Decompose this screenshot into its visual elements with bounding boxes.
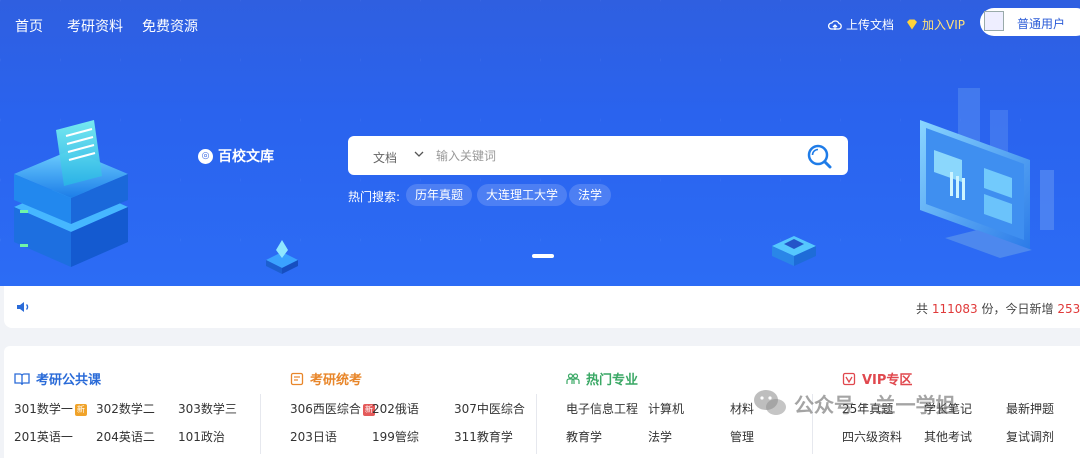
chevron-down-icon[interactable] (414, 150, 424, 158)
nav-home[interactable]: 首页 (15, 16, 43, 36)
watermark: 公众号 · 兰一学姐 (752, 388, 956, 418)
category-link[interactable]: 301数学一新 (14, 400, 87, 417)
people-icon (566, 372, 580, 384)
category-link[interactable]: 四六级资料 (842, 428, 902, 445)
hot-tag[interactable]: 大连理工大学 (477, 184, 568, 206)
column-title-vip[interactable]: VIP专区 (842, 369, 912, 388)
link-text: 301数学一 (14, 402, 73, 416)
category-link[interactable]: 法学 (648, 428, 672, 445)
search-icon[interactable] (806, 143, 832, 169)
column-title-unified[interactable]: 考研统考 (290, 369, 362, 388)
upload-label: 上传文档 (846, 18, 895, 32)
search-type-select[interactable]: 文档 (373, 149, 397, 166)
link-text: 306西医综合 (290, 402, 361, 416)
top-navbar: 首页 考研资料 免费资源 上传文档 加入VIP 普通用户 (0, 0, 1080, 46)
logo-text: 百校文库 (218, 149, 274, 165)
category-link[interactable]: 电子信息工程 (566, 400, 638, 417)
column-divider (536, 394, 537, 454)
vip-label: 加入VIP (922, 18, 965, 32)
nav-free[interactable]: 免费资源 (142, 16, 198, 36)
new-badge: 新 (74, 404, 87, 416)
total-count: 111083 (931, 302, 978, 316)
diamond-icon (907, 19, 917, 30)
document-stats: 共 111083 份，今日新增 253 份 (916, 300, 1080, 317)
hero-banner: 首页 考研资料 免费资源 上传文档 加入VIP 普通用户 ◎ 百校文库 文档 热… (0, 0, 1080, 286)
wechat-icon (754, 390, 786, 415)
column-title-text: 考研统考 (310, 373, 363, 388)
carousel-indicator[interactable] (532, 254, 554, 258)
avatar (984, 11, 1004, 31)
category-link[interactable]: 最新押题 (1006, 400, 1054, 417)
nav-kaoyan[interactable]: 考研资料 (67, 16, 123, 36)
category-link[interactable]: 204英语二 (96, 428, 155, 445)
category-link[interactable]: 199管综 (372, 428, 419, 445)
notice-bar: 共 111083 份，今日新增 253 份 (4, 286, 1080, 328)
category-link[interactable]: 311教育学 (454, 428, 513, 445)
vip-icon (842, 372, 856, 385)
category-link[interactable]: 教育学 (566, 428, 602, 445)
category-link[interactable]: 101政治 (178, 428, 225, 445)
category-link[interactable]: 材料 (730, 400, 754, 417)
category-link[interactable]: 303数学三 (178, 400, 237, 417)
stats-unit: 份，今日新增 (981, 302, 1054, 316)
cloud-upload-icon (828, 19, 842, 30)
cube-decoration (772, 236, 816, 266)
vip-link[interactable]: 加入VIP (906, 16, 965, 33)
cube-decoration (266, 240, 298, 274)
search-input[interactable] (436, 147, 776, 165)
category-link[interactable]: 307中医综合 (454, 400, 525, 417)
hot-search-label: 热门搜索: (348, 190, 401, 204)
search-box: 文档 (348, 136, 848, 175)
site-logo[interactable]: ◎ 百校文库 (198, 146, 274, 166)
column-title-majors[interactable]: 热门专业 (566, 369, 638, 388)
category-link[interactable]: 计算机 (648, 400, 684, 417)
hot-tag[interactable]: 历年真题 (406, 184, 473, 206)
user-name: 普通用户 (1017, 17, 1066, 31)
logo-icon: ◎ (198, 148, 213, 164)
category-link[interactable]: 302数学二 (96, 400, 155, 417)
stats-prefix: 共 (916, 302, 929, 316)
column-title-public[interactable]: 考研公共课 (14, 369, 101, 388)
column-title-text: 考研公共课 (36, 373, 102, 388)
monitor-illustration (920, 88, 1054, 258)
user-menu[interactable]: 普通用户 (980, 8, 1080, 36)
category-link[interactable]: 复试调剂 (1006, 428, 1054, 445)
category-link[interactable]: 201英语一 (14, 428, 73, 445)
hot-tag[interactable]: 法学 (569, 184, 612, 206)
watermark-text: 公众号 · 兰一学姐 (794, 392, 956, 417)
exam-icon (290, 372, 304, 385)
column-divider (260, 394, 261, 454)
speaker-icon (17, 302, 29, 312)
column-title-text: 热门专业 (586, 373, 639, 388)
book-icon (14, 373, 30, 385)
category-link[interactable]: 管理 (730, 428, 754, 445)
today-count: 253 (1057, 302, 1080, 316)
category-link[interactable]: 203日语 (290, 428, 337, 445)
category-link[interactable]: 202俄语 (372, 400, 419, 417)
server-illustration (14, 120, 128, 267)
category-link[interactable]: 306西医综合新 (290, 400, 375, 417)
column-title-text: VIP专区 (862, 373, 913, 388)
category-link[interactable]: 其他考试 (924, 428, 972, 445)
upload-link[interactable]: 上传文档 (828, 16, 894, 33)
